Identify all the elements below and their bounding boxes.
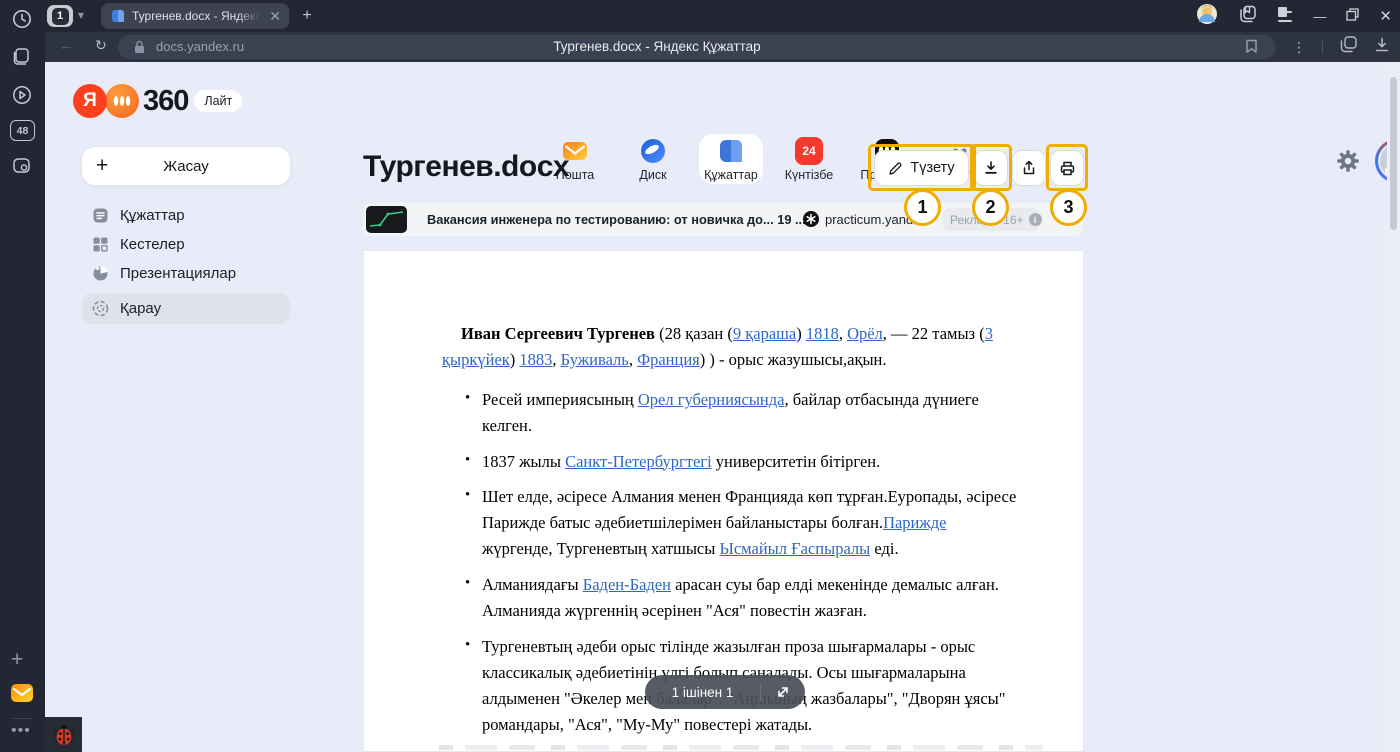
docs-sidebar: + Жасау Құжаттар Кестелер Презентациял (82, 147, 290, 324)
reload-icon[interactable]: ↻ (95, 37, 107, 54)
doc-link[interactable]: 9 қараша (733, 324, 796, 343)
logo-360-text: 360 (143, 85, 188, 118)
scrollbar-thumb[interactable] (1390, 77, 1397, 230)
doc-link[interactable]: 1818 (806, 324, 839, 343)
tab-title: Тургенев.docx - Яндекс Құжаттар (132, 9, 260, 23)
doc-link[interactable]: 1883 (519, 350, 552, 369)
annotation-number-3: 3 (1050, 189, 1087, 226)
sidebar-item-documents[interactable]: Құжаттар (82, 201, 290, 230)
address-bar: ← ↻ docs.yandex.ru Тургенев.docx - Яндек… (45, 32, 1400, 62)
tabs-panel-icon[interactable] (11, 46, 32, 72)
globe-icon (92, 300, 109, 317)
scrollbar-track[interactable] (1387, 62, 1400, 752)
app-disk[interactable]: Диск (621, 134, 685, 184)
annotation-box-1 (868, 144, 976, 191)
lite-badge: Лайт (194, 90, 242, 112)
bookmark-icon[interactable] (1245, 39, 1258, 59)
info-icon[interactable]: i (1029, 213, 1042, 226)
pie-chart-icon (92, 265, 109, 282)
yandex-logo-icon: Я (73, 84, 107, 118)
sidebar-divider (12, 718, 32, 719)
doc-link[interactable]: Франция (637, 350, 700, 369)
collections-icon[interactable] (1238, 4, 1258, 29)
close-tab-icon[interactable]: ✕ (269, 9, 281, 23)
browser-menu-icon[interactable] (1278, 11, 1293, 22)
history-icon[interactable] (11, 8, 33, 35)
ad-thumbnail (366, 206, 407, 233)
page-title: Тургенев.docx - Яндекс Құжаттар (118, 39, 1196, 54)
close-window-icon[interactable]: ✕ (1379, 7, 1392, 25)
doc-link[interactable]: Санкт-Петербургтегі (565, 452, 712, 471)
docs-favicon (111, 9, 125, 23)
doc-bullet: Ресей империясының Орел губерниясында, б… (464, 387, 1019, 439)
doc-bullet: Алманиядағы Баден-Баден арасан суы бар е… (464, 572, 1019, 624)
app-calendar[interactable]: 24 Күнтізбе (777, 134, 841, 184)
restore-icon[interactable] (1346, 8, 1359, 24)
doc-paragraph: Иван Сергеевич Тургенев (28 қазан (9 қар… (442, 321, 1019, 373)
share-button[interactable] (1012, 150, 1046, 186)
yandex-360-logo[interactable]: Я 360 Лайт (73, 84, 242, 118)
downloads-icon[interactable] (1374, 37, 1390, 58)
create-button[interactable]: + Жасау (82, 147, 290, 185)
doc-bullet: Шет елде, әсіресе Алмания менен Францияд… (464, 484, 1019, 562)
tab-group-button[interactable]: 1 (47, 5, 73, 27)
divider (1322, 40, 1323, 54)
doc-link[interactable]: Баден-Баден (583, 575, 671, 594)
share-icon (1021, 160, 1037, 176)
doc-bullet: 1837 жылы Санкт-Петербургтегі университе… (464, 449, 1019, 475)
counter-badge[interactable]: 48 (10, 120, 35, 141)
app-docs[interactable]: Құжаттар (699, 134, 763, 184)
360-logo-icon (105, 84, 139, 118)
practicum-icon (803, 211, 819, 227)
y360-header: Я 360 Лайт Пошта Диск (45, 62, 1388, 135)
tab-group-count: 1 (52, 8, 69, 25)
yandex-mail-icon[interactable] (10, 681, 34, 710)
sidebar-more-icon[interactable]: ••• (11, 722, 31, 740)
extensions-icon[interactable] (1339, 35, 1358, 59)
ad-headline: Вакансия инженера по тестированию: от но… (427, 212, 806, 227)
doc-link[interactable]: Орел губерниясында (638, 390, 785, 409)
doc-link[interactable]: Ысмайыл Ғаспыралы (719, 539, 870, 558)
bug-report-corner[interactable] (45, 717, 82, 752)
sidebar-item-presentations[interactable]: Презентациялар (82, 259, 290, 288)
settings-gear-icon[interactable] (1335, 148, 1361, 179)
annotation-box-2 (970, 144, 1012, 191)
document-title: Тургенев.docx (363, 150, 569, 184)
doc-link[interactable]: Буживаль (561, 350, 629, 369)
browser-avatar[interactable] (1196, 3, 1218, 30)
plus-icon: + (96, 155, 108, 176)
annotation-number-2: 2 (972, 189, 1009, 226)
chevron-down-icon[interactable]: ▾ (78, 8, 84, 22)
active-tab[interactable]: Тургенев.docx - Яндекс Құжаттар ✕ (101, 3, 289, 29)
new-tab-button[interactable]: + (297, 6, 317, 26)
tab-bar: 1 ▾ Тургенев.docx - Яндекс Құжаттар ✕ + … (45, 0, 1400, 32)
kebab-menu-icon[interactable]: ⋮ (1292, 39, 1306, 56)
disk-app-icon (639, 137, 667, 165)
page-indicator: 1 ішінен 1 (645, 675, 805, 709)
page-indicator-text: 1 ішінен 1 (645, 685, 760, 700)
notification-dot (1278, 7, 1287, 16)
fullscreen-icon[interactable] (761, 684, 805, 700)
screenshot-icon[interactable] (11, 155, 32, 181)
document-icon (92, 207, 109, 224)
doc-link[interactable]: Орёл (847, 324, 883, 343)
ladybug-icon (53, 723, 75, 747)
docs-app-icon (717, 137, 745, 165)
browser-sidebar: 48 + ••• (0, 0, 45, 752)
cutoff-text-line (439, 745, 1043, 750)
browser-window: 48 + ••• 1 ▾ Тургенев.docx - Яндекс Құжа… (0, 0, 1400, 752)
sidebar-item-browse[interactable]: Қарау (82, 293, 290, 324)
table-icon (92, 236, 109, 253)
annotation-number-1: 1 (904, 189, 941, 226)
doc-link[interactable]: Парижде (883, 513, 946, 532)
back-icon[interactable]: ← (59, 37, 74, 54)
video-icon[interactable] (11, 84, 33, 111)
calendar-app-icon: 24 (795, 137, 823, 165)
annotation-box-3 (1046, 144, 1088, 191)
url-field[interactable]: docs.yandex.ru Тургенев.docx - Яндекс Құ… (118, 35, 1276, 59)
add-icon[interactable]: + (11, 648, 23, 672)
sidebar-item-tables[interactable]: Кестелер (82, 230, 290, 259)
minimize-icon[interactable]: — (1313, 9, 1326, 24)
